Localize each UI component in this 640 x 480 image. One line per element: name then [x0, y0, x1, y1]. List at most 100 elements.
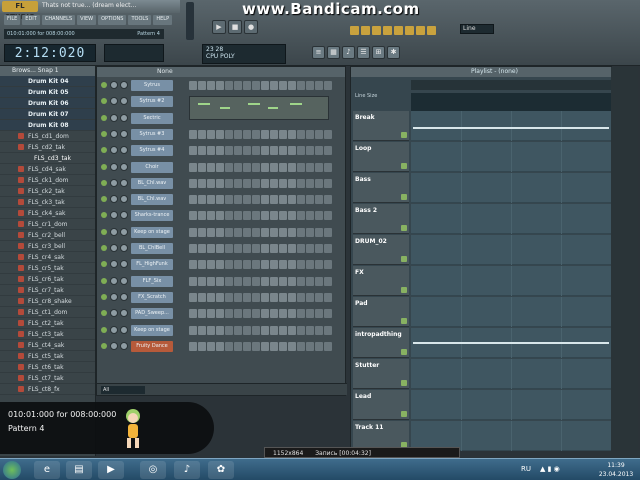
channel-led[interactable] [101, 245, 107, 251]
channel-knob[interactable] [110, 211, 118, 220]
step-button[interactable] [315, 309, 323, 319]
step-button[interactable] [207, 178, 215, 188]
channel-knob[interactable] [110, 260, 118, 269]
step-button[interactable] [315, 81, 323, 90]
menu-channels[interactable]: CHANNELS [41, 15, 76, 25]
step-button[interactable] [324, 227, 332, 237]
browser-item[interactable]: FLS_ct6_tak [0, 362, 95, 373]
channel-name-button[interactable]: FLF_Six [131, 275, 173, 287]
step-button[interactable] [279, 244, 287, 253]
record-button[interactable]: ● [244, 20, 258, 34]
step-button[interactable] [288, 227, 296, 237]
track-mute-toggle[interactable] [401, 380, 407, 386]
channel-led[interactable] [101, 261, 107, 268]
browser-item[interactable]: FLS_cr2_bell [0, 230, 95, 241]
step-button[interactable] [207, 260, 215, 270]
stop-button[interactable]: ■ [228, 20, 242, 34]
step-button[interactable] [288, 129, 296, 139]
channel-knob[interactable] [120, 162, 128, 171]
browser-item[interactable]: FLS_ck3_tak [0, 197, 95, 208]
step-button[interactable] [315, 260, 323, 270]
step-button[interactable] [270, 146, 278, 156]
step-button[interactable] [279, 195, 287, 205]
step-button[interactable] [261, 81, 269, 90]
step-button[interactable] [252, 260, 260, 270]
step-button[interactable] [270, 178, 278, 188]
step-button[interactable] [216, 195, 224, 205]
track-label[interactable]: Bass 2 [353, 204, 409, 234]
track-lane[interactable] [411, 359, 611, 389]
browser-item[interactable]: FLS_ck2_tak [0, 186, 95, 197]
step-button[interactable] [315, 292, 323, 302]
step-button[interactable] [261, 292, 269, 302]
step-button[interactable] [288, 162, 296, 172]
step-button[interactable] [324, 341, 332, 351]
step-button[interactable] [225, 178, 233, 188]
language-indicator[interactable]: RU [521, 465, 531, 473]
step-button[interactable] [288, 309, 296, 319]
step-button[interactable] [234, 162, 242, 172]
step-button[interactable] [252, 211, 260, 221]
step-button[interactable] [315, 211, 323, 221]
step-button[interactable] [270, 211, 278, 221]
step-button[interactable] [225, 162, 233, 172]
channel-knob[interactable] [110, 113, 118, 122]
browser-item[interactable]: Drum Kit 08 [0, 120, 95, 131]
filter-select[interactable]: All [101, 386, 145, 394]
step-button[interactable] [225, 341, 233, 351]
channel-knob[interactable] [120, 81, 128, 89]
step-button[interactable] [288, 325, 296, 335]
step-button[interactable] [306, 341, 314, 351]
track-label[interactable]: Break [353, 111, 409, 141]
step-button[interactable] [306, 260, 314, 270]
step-button[interactable] [234, 211, 242, 221]
step-button[interactable] [216, 276, 224, 286]
track-mute-toggle[interactable] [401, 287, 407, 293]
track-lane[interactable] [411, 235, 611, 265]
step-button[interactable] [279, 162, 287, 172]
channel-knob[interactable] [110, 162, 118, 171]
track-lane[interactable] [411, 204, 611, 234]
step-button[interactable] [207, 146, 215, 156]
browser-item[interactable]: FLS_cd3_tak [0, 153, 95, 164]
step-button[interactable] [207, 309, 215, 319]
step-button[interactable] [189, 276, 197, 286]
menu-options[interactable]: OPTIONS [98, 15, 127, 25]
automation-clip[interactable] [413, 342, 609, 344]
channel-knob[interactable] [120, 195, 128, 204]
step-button[interactable] [261, 341, 269, 351]
track-lane[interactable] [411, 297, 611, 327]
note[interactable] [248, 103, 260, 106]
browser-item[interactable]: FLS_cr4_sak [0, 252, 95, 263]
channel-knob[interactable] [120, 146, 128, 155]
fl-studio-task-icon[interactable]: ♪ [174, 461, 200, 479]
step-button[interactable] [189, 309, 197, 319]
step-button[interactable] [279, 260, 287, 270]
step-button[interactable] [243, 81, 251, 90]
playlist-window-icon[interactable]: ≡ [312, 46, 325, 59]
browser-item[interactable]: FLS_ct8_fx [0, 384, 95, 395]
step-button[interactable] [270, 195, 278, 205]
channel-led[interactable] [101, 196, 107, 203]
step-button[interactable] [207, 195, 215, 205]
step-button[interactable] [297, 292, 305, 302]
step-button[interactable] [324, 244, 332, 253]
step-button[interactable] [216, 260, 224, 270]
chrome-icon[interactable]: ◎ [140, 461, 166, 479]
step-button[interactable] [306, 129, 314, 139]
playlist-vscroll[interactable] [611, 67, 638, 450]
step-button[interactable] [207, 276, 215, 286]
step-button[interactable] [243, 146, 251, 156]
browser-item[interactable]: FLS_cd4_sak [0, 164, 95, 175]
channel-knob[interactable] [110, 129, 118, 138]
step-button[interactable] [279, 146, 287, 156]
step-button[interactable] [234, 178, 242, 188]
channel-knob[interactable] [120, 341, 128, 350]
step-button[interactable] [297, 341, 305, 351]
channel-name-button[interactable]: BL_ChlBell [131, 243, 173, 254]
channel-name-button[interactable]: Keep on stage [131, 324, 173, 336]
browser-item[interactable]: FLS_cr5_tak [0, 263, 95, 274]
step-button[interactable] [234, 129, 242, 139]
step-button[interactable] [216, 178, 224, 188]
step-button[interactable] [234, 195, 242, 205]
